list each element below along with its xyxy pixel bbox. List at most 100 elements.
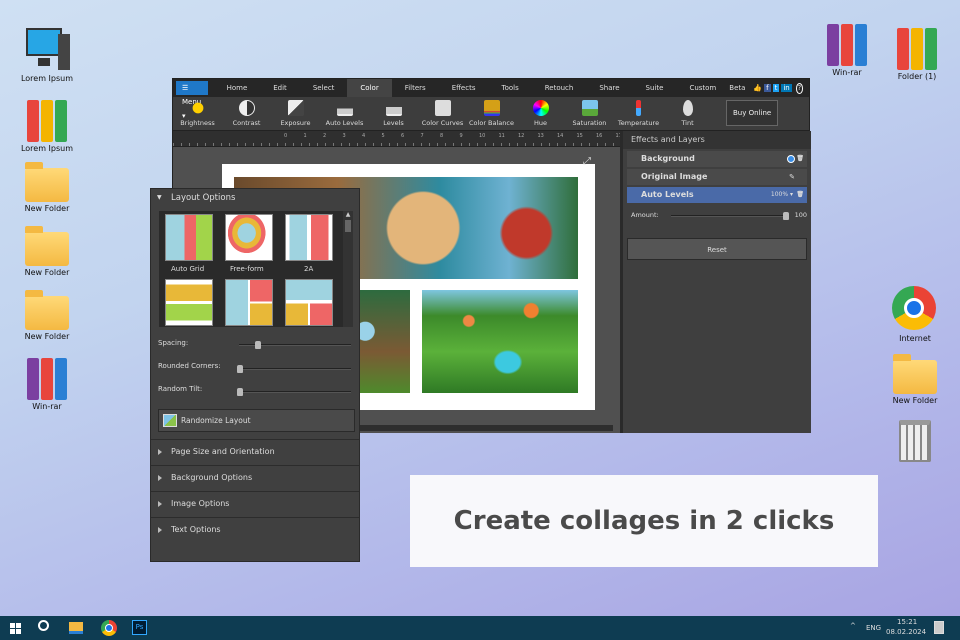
- layer-background[interactable]: Background 🗑: [627, 151, 807, 167]
- randomize-icon: [163, 414, 177, 427]
- tool-tint[interactable]: Tint: [663, 100, 712, 130]
- visibility-icon[interactable]: [787, 155, 795, 163]
- ruler-tick-label: 5: [381, 133, 385, 139]
- pencil-icon[interactable]: ✎: [789, 169, 795, 185]
- tab-suite[interactable]: Suite: [633, 79, 677, 97]
- section-background-options[interactable]: Background Options: [151, 465, 359, 489]
- ruler: 0123456789101112131415161718: [173, 131, 641, 147]
- menu-button[interactable]: ☰ Menu ▾: [176, 81, 208, 120]
- layout-auto-grid[interactable]: [165, 214, 213, 261]
- tool-contrast[interactable]: Contrast: [222, 100, 271, 130]
- twitter-icon[interactable]: t: [772, 84, 780, 92]
- tab-custom[interactable]: Custom: [676, 79, 729, 97]
- facebook-icon[interactable]: f: [764, 84, 771, 92]
- layout-free-form[interactable]: [225, 214, 273, 261]
- like-icon[interactable]: 👍: [753, 84, 762, 92]
- collage-image-balloons[interactable]: [422, 290, 578, 393]
- spacing-slider[interactable]: [239, 341, 351, 349]
- desktop-folder-right[interactable]: New Folder: [880, 350, 950, 405]
- tool-brightness[interactable]: Brightness: [173, 100, 222, 130]
- desktop-icon-winrar-right[interactable]: Win-rar: [812, 20, 882, 77]
- tab-home[interactable]: Home: [214, 79, 261, 97]
- buy-online-button[interactable]: Buy Online: [726, 100, 779, 126]
- desktop-icon-internet[interactable]: Internet: [880, 286, 950, 343]
- search-icon[interactable]: [38, 620, 49, 631]
- desktop-folder-3[interactable]: New Folder: [12, 286, 82, 341]
- reset-button[interactable]: Reset: [627, 238, 807, 260]
- layout-options-header[interactable]: ▼ Layout Options: [151, 189, 359, 207]
- ruler-tick-label: 11: [498, 133, 505, 139]
- layout-3-left[interactable]: [225, 279, 273, 326]
- tool-saturation[interactable]: Saturation: [565, 100, 614, 130]
- ruler-tick-label: 15: [576, 133, 583, 139]
- tab-color[interactable]: Color: [347, 79, 392, 97]
- tab-edit[interactable]: Edit: [260, 79, 300, 97]
- effects-layers-panel: Effects and Layers Background 🗑 Original …: [623, 131, 811, 433]
- chrome-taskbar-icon[interactable]: [101, 620, 117, 636]
- randomize-layout-button[interactable]: Randomize Layout: [158, 409, 355, 432]
- tool-color-curves[interactable]: Color Curves: [418, 100, 467, 130]
- tab-effects[interactable]: Effects: [439, 79, 489, 97]
- desktop-folder-2[interactable]: New Folder: [12, 222, 82, 277]
- slider-thumb[interactable]: [255, 341, 261, 349]
- desktop-icon-binders[interactable]: Lorem Ipsum: [12, 96, 82, 153]
- desktop-icon-folder1[interactable]: Folder (1): [882, 24, 952, 81]
- section-image-options[interactable]: Image Options: [151, 491, 359, 515]
- rounded-corners-slider[interactable]: [237, 365, 351, 373]
- slider-thumb[interactable]: [237, 365, 243, 373]
- layer-auto-levels[interactable]: Auto Levels 100% ▾ 🗑: [627, 187, 807, 203]
- ruler-tick-label: 13: [537, 133, 544, 139]
- tool-hue[interactable]: Hue: [516, 100, 565, 130]
- desktop-icon-computer[interactable]: Lorem Ipsum: [12, 26, 82, 83]
- photoshop-icon[interactable]: Ps: [132, 620, 147, 635]
- section-page-size[interactable]: Page Size and Orientation: [151, 439, 359, 463]
- fullscreen-icon[interactable]: ⤢: [583, 156, 591, 167]
- desktop-icon-winrar[interactable]: Win-rar: [12, 354, 82, 411]
- tool-temperature[interactable]: Temperature: [614, 100, 663, 130]
- section-text-options[interactable]: Text Options: [151, 517, 359, 541]
- chrome-icon: [892, 286, 938, 332]
- tab-tools[interactable]: Tools: [488, 79, 531, 97]
- horizontal-scrollbar[interactable]: [323, 425, 613, 431]
- amount-row: Amount: 100: [631, 211, 807, 220]
- language-indicator[interactable]: ENG: [866, 624, 881, 632]
- trash-icon[interactable]: 🗑: [796, 151, 804, 167]
- help-icon[interactable]: ?: [795, 82, 803, 94]
- slider-thumb[interactable]: [783, 212, 789, 220]
- clock-time[interactable]: 15:21: [897, 618, 917, 626]
- thumbnails-scrollbar[interactable]: ▲: [343, 211, 353, 327]
- ruler-tick-label: 0: [284, 133, 288, 139]
- clock-date[interactable]: 08.02.2024: [886, 628, 926, 636]
- random-tilt-slider[interactable]: [237, 388, 351, 396]
- binders-icon: [894, 24, 940, 70]
- windows-start-icon[interactable]: [10, 623, 21, 634]
- trash-icon[interactable]: 🗑: [796, 187, 804, 203]
- layout-2-rows[interactable]: [165, 279, 213, 326]
- tab-share[interactable]: Share: [586, 79, 632, 97]
- tool-exposure[interactable]: Exposure: [271, 100, 320, 130]
- tool-auto-levels[interactable]: Auto Levels: [320, 100, 369, 130]
- histogram-icon: [385, 100, 402, 116]
- tool-levels[interactable]: Levels: [369, 100, 418, 130]
- notifications-icon[interactable]: [934, 621, 944, 634]
- layout-3-top[interactable]: [285, 279, 333, 326]
- droplet-icon: [682, 100, 693, 116]
- tool-color-balance[interactable]: Color Balance: [467, 100, 516, 130]
- linkedin-icon[interactable]: in: [781, 84, 792, 92]
- tab-filters[interactable]: Filters: [392, 79, 439, 97]
- tab-retouch[interactable]: Retouch: [532, 79, 587, 97]
- folder-icon: [893, 354, 937, 394]
- folder-icon: [25, 290, 69, 330]
- tab-select[interactable]: Select: [300, 79, 348, 97]
- computer-icon: [24, 26, 70, 72]
- layout-2a[interactable]: [285, 214, 333, 261]
- recycle-bin-icon[interactable]: [899, 420, 931, 462]
- file-explorer-icon[interactable]: [69, 622, 83, 634]
- thermometer-icon: [636, 100, 641, 116]
- slider-thumb[interactable]: [237, 388, 243, 396]
- opacity-dropdown[interactable]: 100% ▾: [771, 187, 793, 203]
- tray-chevron-icon[interactable]: ^: [850, 622, 856, 630]
- desktop-folder-1[interactable]: New Folder: [12, 158, 82, 213]
- layer-original-image[interactable]: Original Image ✎: [627, 169, 807, 185]
- amount-slider[interactable]: [671, 212, 789, 220]
